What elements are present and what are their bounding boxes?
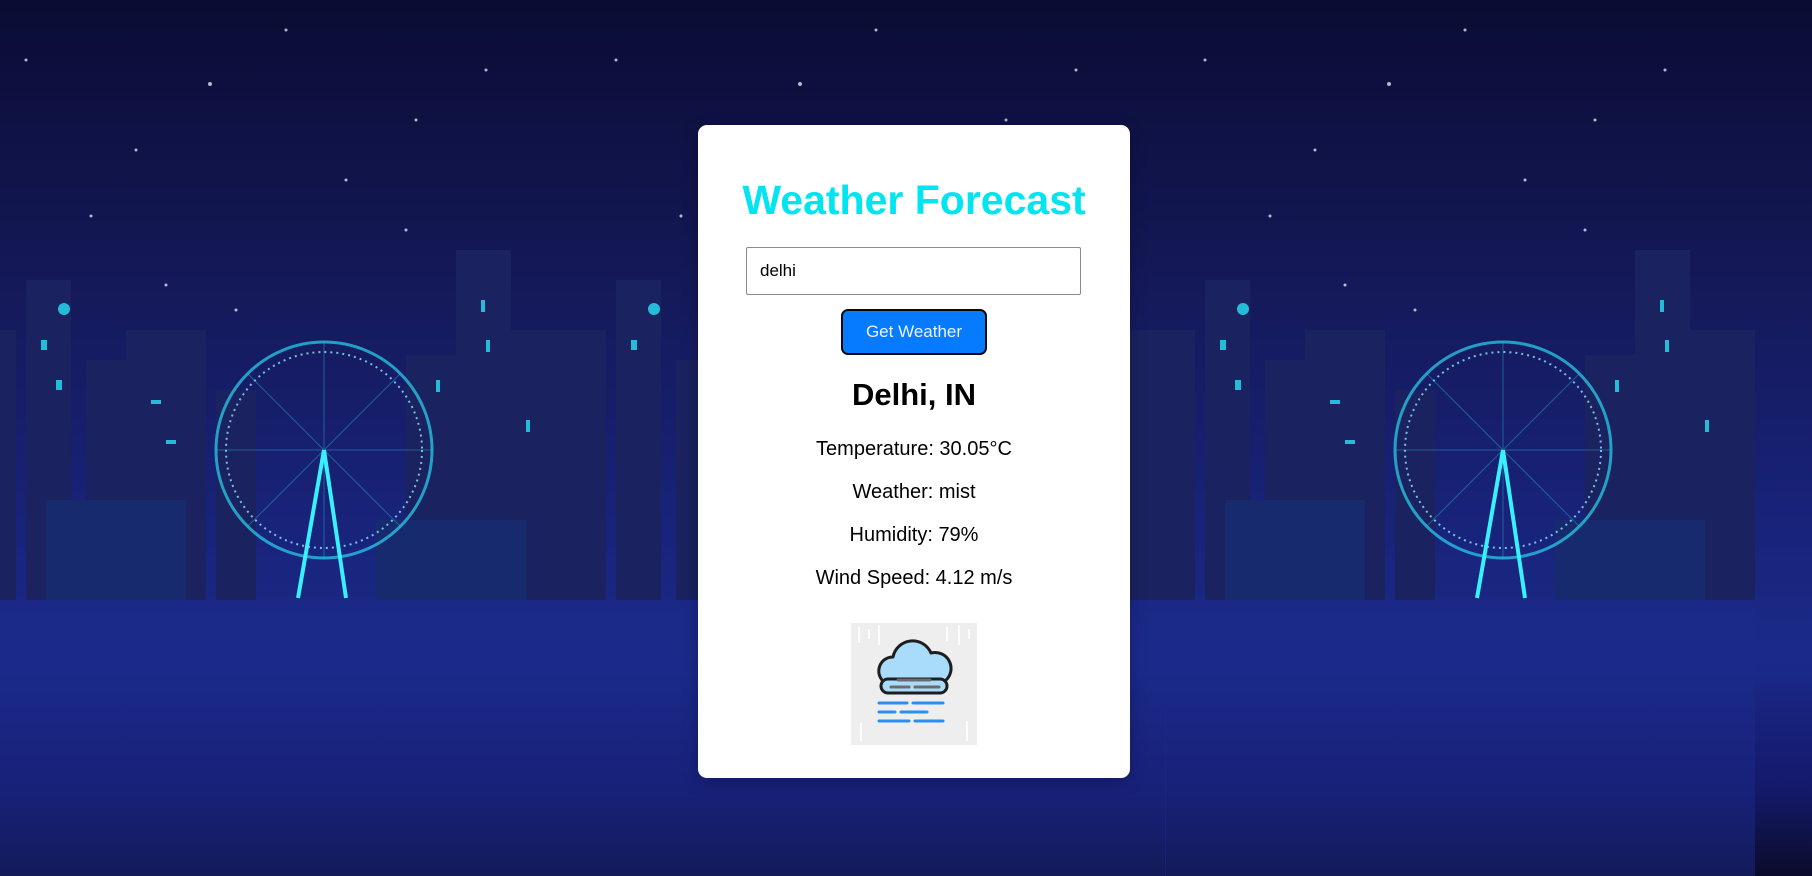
weather-card: Weather Forecast Get Weather Delhi, IN T…	[698, 125, 1130, 778]
city-search-input[interactable]	[746, 247, 1081, 295]
temperature-text: Temperature: 30.05°C	[816, 438, 1012, 460]
app-title: Weather Forecast	[742, 177, 1086, 223]
location-name: Delhi, IN	[851, 377, 976, 412]
mist-cloud-icon	[851, 623, 977, 745]
weather-description-text: Weather: mist	[852, 481, 976, 503]
get-weather-button[interactable]: Get Weather	[841, 309, 987, 355]
humidity-text: Humidity: 79%	[849, 524, 979, 546]
background-skyline-left	[0, 28, 576, 876]
wind-speed-text: Wind Speed: 4.12 m/s	[815, 567, 1013, 589]
background-skyline-right	[1165, 28, 1755, 876]
